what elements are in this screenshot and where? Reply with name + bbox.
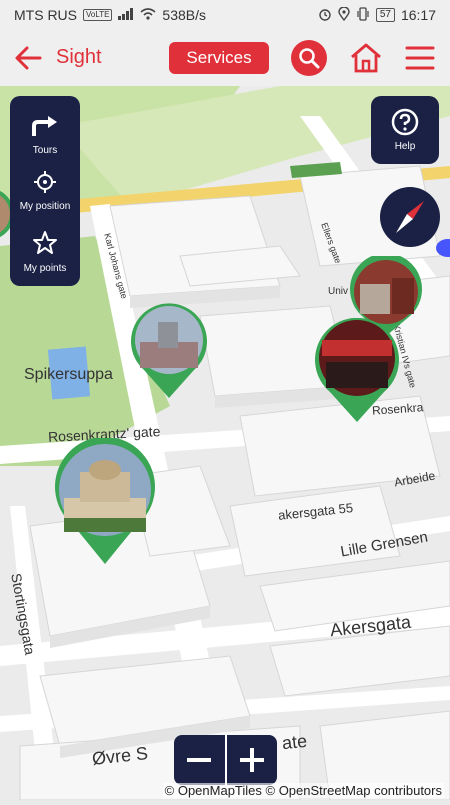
my-points-label: My points — [23, 263, 67, 274]
compass-icon — [396, 201, 424, 233]
services-button[interactable]: Services — [169, 42, 269, 74]
my-position-label: My position — [19, 201, 71, 212]
signal-icon — [118, 7, 134, 23]
volte-badge: VoLTE — [83, 9, 113, 21]
my-points-button[interactable]: My points — [10, 230, 80, 274]
home-button[interactable] — [349, 42, 383, 74]
search-button[interactable] — [291, 40, 327, 76]
network-speed: 538B/s — [162, 7, 207, 23]
help-label: Help — [394, 141, 416, 152]
plus-icon — [239, 748, 264, 772]
map-label-street: Univ — [328, 286, 349, 297]
status-bar: MTS RUS VoLTE 538B/s 57 16:17 — [0, 0, 450, 30]
app-bar: Sight Services — [0, 30, 450, 86]
sight-pin-street[interactable] — [128, 302, 210, 400]
battery-level: 57 — [375, 8, 395, 22]
compass-button[interactable] — [380, 187, 440, 247]
menu-button[interactable] — [405, 44, 435, 72]
sight-pin-cinema[interactable] — [312, 318, 402, 424]
map-label-park: Spikersuppa — [24, 366, 113, 383]
alarm-icon — [318, 7, 332, 24]
carrier-name: MTS RUS — [14, 7, 77, 23]
location-icon — [338, 5, 350, 24]
my-position-button[interactable]: My position — [10, 170, 80, 212]
arrow-left-icon — [15, 46, 42, 70]
question-circle-icon — [391, 108, 419, 136]
back-button[interactable] — [12, 42, 44, 74]
home-icon — [351, 43, 381, 73]
star-icon — [33, 231, 57, 254]
zoom-in-button[interactable] — [227, 735, 278, 785]
hamburger-menu-icon — [405, 46, 435, 70]
tours-button[interactable]: Tours — [10, 114, 80, 156]
tours-label: Tours — [32, 145, 58, 156]
minus-icon — [187, 758, 212, 762]
page-title: Sight — [56, 46, 102, 68]
wifi-icon — [140, 7, 156, 23]
route-icon — [32, 116, 57, 136]
vibrate-icon — [356, 6, 370, 24]
tools-panel: Tours My position My points — [10, 96, 80, 286]
map-label-street: ate — [280, 730, 308, 754]
sight-pin-theatre[interactable] — [52, 438, 158, 566]
zoom-controls — [174, 735, 277, 785]
crosshair-icon — [34, 171, 56, 193]
search-icon — [299, 48, 320, 69]
map-attribution[interactable]: © OpenMapTiles © OpenStreetMap contribut… — [162, 783, 444, 798]
help-button[interactable]: Help — [371, 96, 439, 164]
zoom-out-button[interactable] — [174, 735, 225, 785]
clock: 16:17 — [400, 7, 436, 23]
